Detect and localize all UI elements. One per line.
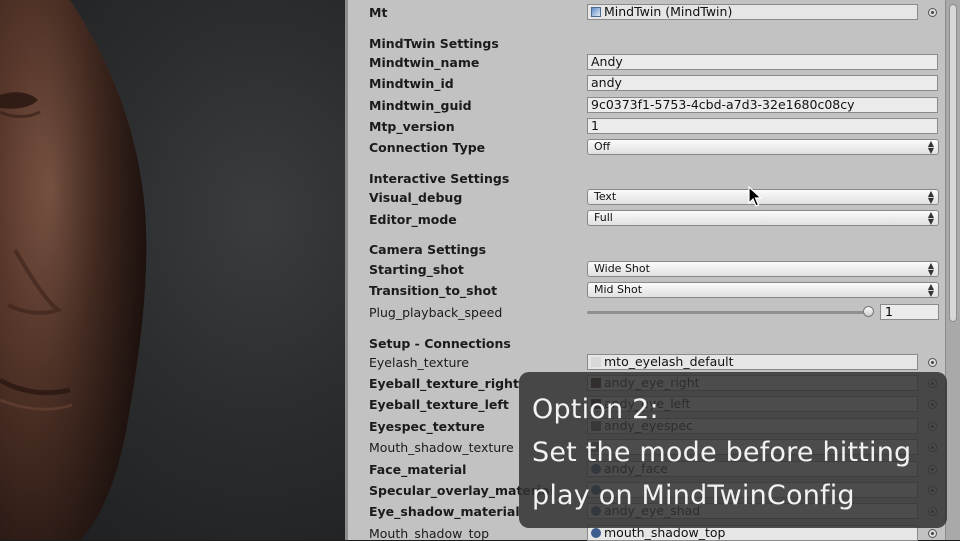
caption-line-2: Set the mode before hitting	[532, 437, 912, 468]
mt-object-value: MindTwin (MindTwin)	[604, 4, 733, 19]
editor-mode-dropdown[interactable]: Full ▲ ▼	[587, 210, 939, 226]
scene-viewport[interactable]	[0, 0, 345, 540]
face-render	[0, 0, 147, 540]
connection-value: mto_eyelash_default	[604, 354, 734, 369]
transition-shot-value: Mid Shot	[594, 283, 643, 296]
starting-shot-label: Starting_shot	[369, 262, 464, 277]
caption-line-3: play on MindTwinConfig	[532, 480, 855, 511]
mtp-version-label: Mtp_version	[369, 119, 455, 134]
plug-speed-slider-track[interactable]	[587, 311, 869, 314]
texture-thumbnail-icon	[591, 357, 601, 367]
mindtwin-guid-input[interactable]: 9c0373f1-5753-4cbd-a7d3-32e1680c08cy	[587, 97, 938, 113]
section-mindtwin-settings: MindTwin Settings	[369, 36, 499, 51]
scrollbar-thumb[interactable]	[949, 4, 957, 322]
script-object-icon	[591, 7, 601, 17]
plug-speed-input[interactable]: 1	[880, 304, 939, 320]
object-picker-icon[interactable]	[928, 8, 937, 17]
transition-shot-label: Transition_to_shot	[369, 283, 498, 298]
plug-speed-slider-handle[interactable]	[863, 306, 874, 317]
mt-label: Mt	[369, 5, 388, 20]
connection-label: Eyeball_texture_right	[369, 376, 519, 391]
mouse-cursor-icon	[748, 186, 762, 207]
starting-shot-value: Wide Shot	[594, 262, 650, 275]
object-picker-icon[interactable]	[928, 529, 937, 538]
inspector-scrollbar[interactable]	[945, 0, 960, 540]
section-interactive-settings: Interactive Settings	[369, 171, 510, 186]
mindtwin-name-label: Mindtwin_name	[369, 55, 480, 70]
mt-object-field[interactable]: MindTwin (MindTwin)	[587, 4, 918, 20]
mindtwin-guid-label: Mindtwin_guid	[369, 98, 472, 113]
dropdown-arrows-icon: ▲ ▼	[927, 139, 934, 155]
plug-speed-label: Plug_playback_speed	[369, 305, 503, 320]
material-sphere-icon	[591, 528, 601, 538]
section-camera-settings: Camera Settings	[369, 242, 487, 257]
connection-label: Eyespec_texture	[369, 419, 485, 434]
visual-debug-value: Text	[594, 190, 617, 203]
transition-shot-dropdown[interactable]: Mid Shot ▲ ▼	[587, 282, 939, 298]
dropdown-arrows-icon: ▲ ▼	[927, 282, 934, 298]
visual-debug-label: Visual_debug	[369, 190, 463, 205]
mindtwin-id-label: Mindtwin_id	[369, 76, 454, 91]
starting-shot-dropdown[interactable]: Wide Shot ▲ ▼	[587, 261, 939, 277]
connection-label: Mouth_shadow_texture	[369, 440, 514, 455]
mindtwin-name-input[interactable]: Andy	[587, 54, 938, 70]
caption-line-1: Option 2:	[532, 394, 659, 425]
object-picker-icon[interactable]	[928, 358, 937, 367]
connection-label: Eyelash_texture	[369, 355, 469, 370]
dropdown-arrows-icon: ▲ ▼	[927, 189, 934, 205]
editor-mode-value: Full	[594, 211, 613, 224]
connection-type-dropdown[interactable]: Off ▲ ▼	[587, 139, 939, 155]
connection-label: Face_material	[369, 462, 467, 477]
connection-label: Eye_shadow_material	[369, 504, 520, 519]
section-setup-connections: Setup - Connections	[369, 336, 511, 351]
connection-type-value: Off	[594, 140, 611, 153]
connection-label: Mouth_shadow_top	[369, 526, 490, 541]
mtp-version-input[interactable]: 1	[587, 118, 938, 134]
mindtwin-id-input[interactable]: andy	[587, 75, 938, 91]
connection-type-label: Connection Type	[369, 140, 486, 155]
connection-label: Eyeball_texture_left	[369, 397, 509, 412]
dropdown-arrows-icon: ▲ ▼	[927, 261, 934, 277]
connection-object-field[interactable]: mto_eyelash_default	[587, 354, 918, 370]
dropdown-arrows-icon: ▲ ▼	[927, 210, 934, 226]
caption-overlay: Option 2: Set the mode before hitting pl…	[519, 372, 947, 528]
editor-mode-label: Editor_mode	[369, 212, 457, 227]
visual-debug-dropdown[interactable]: Text ▲ ▼	[587, 189, 939, 205]
